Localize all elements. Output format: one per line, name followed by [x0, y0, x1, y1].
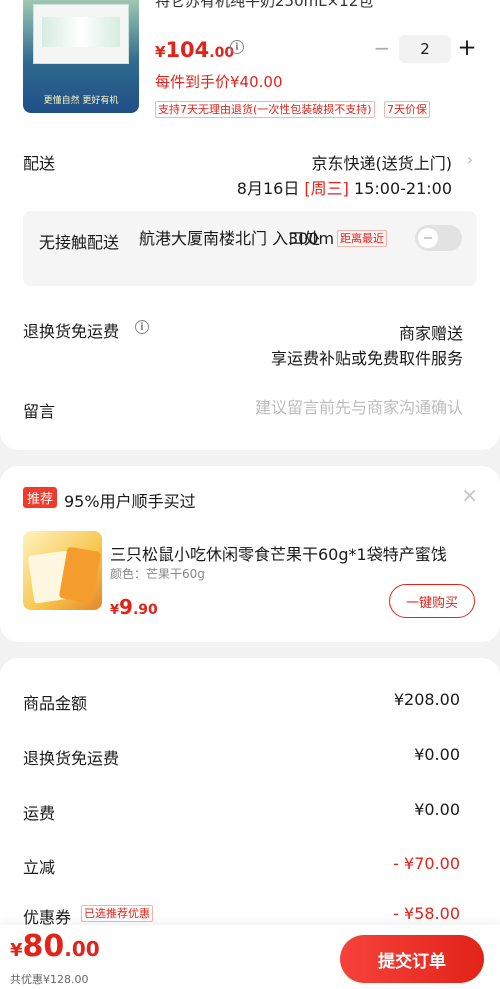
recommend-product-variant: 颜色：芒果干60g — [110, 567, 205, 581]
recommend-product-price: ¥9.90 — [110, 595, 158, 619]
close-icon[interactable]: × — [461, 483, 478, 507]
checkout-bar: ¥80.00 共优惠¥128.00 提交订单 — [0, 925, 500, 989]
price-decimal: .00 — [64, 937, 100, 961]
message-label: 留言 — [23, 402, 56, 421]
order-total: ¥80.00 — [10, 929, 100, 964]
recommend-card: 推荐 95%用户顺手买过 × 三只松鼠小吃休闲零食芒果干60g*1袋特产蜜饯 颜… — [0, 466, 500, 642]
price-protect-tag: 7天价保 — [384, 101, 430, 118]
summary-value: ¥0.00 — [414, 745, 460, 764]
quantity-value[interactable]: 2 — [399, 35, 451, 63]
price-symbol: ¥ — [10, 940, 23, 961]
recommend-badge: 推荐 — [23, 487, 58, 508]
contactless-label: 无接触配送 — [39, 233, 120, 252]
summary-label: 运费 — [23, 804, 56, 823]
summary-row-coupon[interactable]: 优惠券 已选推荐优惠 - ¥58.00 — [23, 904, 477, 927]
increase-quantity-button[interactable]: + — [456, 35, 478, 63]
contactless-delivery-panel: 无接触配送 航港大厦南楼北门 入口处 300m 距离最近 — [23, 211, 477, 286]
price-integer: 104 — [165, 38, 210, 62]
delivery-weekday: [周三] — [304, 179, 349, 198]
price-integer: 80 — [22, 929, 65, 964]
summary-label: 立减 — [23, 858, 56, 877]
contactless-toggle[interactable] — [415, 225, 462, 251]
one-click-buy-button[interactable]: 一键购买 — [389, 584, 475, 618]
product-price: ¥104.00 — [155, 38, 234, 62]
total-discount[interactable]: 共优惠¥128.00 — [10, 971, 89, 987]
submit-order-button[interactable]: 提交订单 — [340, 935, 484, 983]
product-image-slogan: 更懂自然 更好有机 — [43, 96, 119, 106]
summary-row-goods: 商品金额 ¥208.00 — [23, 690, 477, 713]
summary-value: ¥208.00 — [393, 690, 460, 709]
summary-value: - ¥58.00 — [393, 904, 460, 923]
price-decimal: .90 — [132, 602, 158, 618]
summary-value: - ¥70.00 — [393, 854, 460, 873]
delivery-time[interactable]: 8月16日 [周三] 15:00-21:00 — [237, 175, 452, 199]
decrease-quantity-button[interactable]: − — [372, 35, 392, 63]
return-shipping-info-icon[interactable]: i — [135, 320, 149, 334]
summary-row-discount[interactable]: 立减 - ¥70.00 — [23, 854, 477, 877]
nearest-tag: 距离最近 — [337, 230, 387, 247]
chevron-right-icon[interactable]: › — [467, 150, 473, 169]
price-symbol: ¥ — [155, 43, 166, 61]
product-image[interactable]: 更懂自然 更好有机 — [23, 0, 139, 113]
contactless-distance: 300m — [288, 229, 335, 248]
return-shipping-label: 退换货免运费 — [23, 322, 120, 341]
quantity-stepper: − 2 + — [368, 35, 480, 63]
return-shipping-value: 商家赠送 — [398, 324, 463, 343]
summary-row-return-shipping: 退换货免运费 ¥0.00 — [23, 745, 477, 768]
return-policy-tag: 支持7天无理由退货(一次性包装破损不支持) — [155, 101, 375, 118]
delivery-date: 8月16日 — [236, 179, 305, 198]
summary-label: 商品金额 — [23, 694, 88, 713]
message-input[interactable] — [150, 398, 463, 417]
per-item-price: 每件到手价¥40.00 — [155, 73, 283, 91]
milk-box-graphic — [33, 4, 129, 64]
product-title: 特仑苏有机纯牛奶250mL×12包 — [155, 0, 374, 10]
toggle-knob — [418, 228, 438, 248]
price-integer: 9 — [119, 595, 133, 619]
delivery-label: 配送 — [23, 154, 56, 173]
recommend-product-image[interactable] — [23, 531, 102, 610]
return-shipping-detail: 享运费补贴或免费取件服务 — [270, 349, 463, 368]
recommend-product-name[interactable]: 三只松鼠小吃休闲零食芒果干60g*1袋特产蜜饯 — [110, 541, 470, 565]
price-symbol: ¥ — [110, 603, 120, 618]
summary-row-shipping: 运费 ¥0.00 — [23, 800, 477, 823]
coupon-recommend-tag: 已选推荐优惠 — [81, 905, 153, 922]
order-details-card: 更懂自然 更好有机 特仑苏有机纯牛奶250mL×12包 ¥104.00 i 每件… — [0, 0, 500, 450]
delivery-time-range: 15:00-21:00 — [348, 179, 452, 198]
delivery-method[interactable]: 京东快递(送货上门) — [312, 150, 453, 174]
recommend-title: 95%用户顺手买过 — [64, 492, 196, 511]
summary-label: 退换货免运费 — [23, 749, 120, 768]
price-info-icon[interactable]: i — [230, 40, 244, 54]
summary-value: ¥0.00 — [414, 800, 460, 819]
